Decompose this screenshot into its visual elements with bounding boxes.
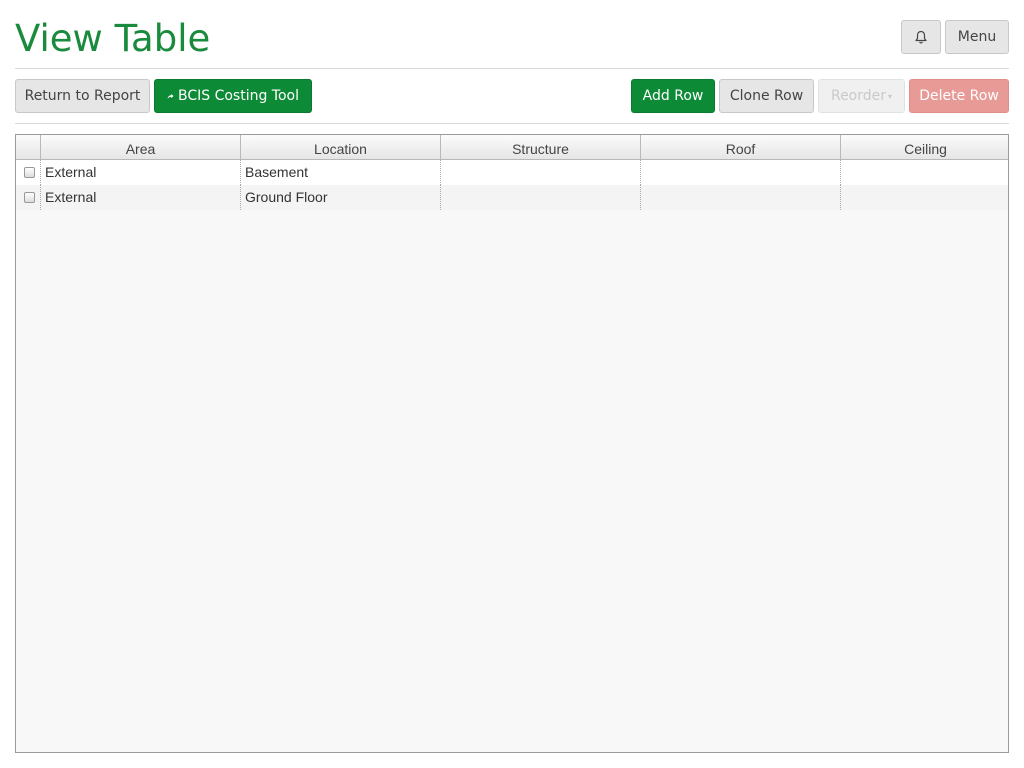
bell-icon <box>915 30 927 43</box>
row-select-cell <box>16 160 41 185</box>
cell-location[interactable]: Basement <box>241 160 441 185</box>
data-grid: Area Location Structure Roof Ceiling Ext… <box>15 134 1009 753</box>
table-row[interactable]: External Basement <box>16 160 1008 185</box>
row-select-cell <box>16 185 41 210</box>
select-column-header[interactable] <box>16 135 41 160</box>
row-checkbox[interactable] <box>24 192 35 203</box>
cell-structure[interactable] <box>441 185 641 210</box>
notifications-button[interactable] <box>901 20 941 54</box>
toolbar: Return to Report BCIS Costing Tool Add R… <box>15 69 1009 124</box>
delete-row-button[interactable]: Delete Row <box>909 79 1009 113</box>
caret-down-icon: ▾ <box>888 91 893 101</box>
share-arrow-icon <box>167 93 174 99</box>
page-header: View Table Menu <box>15 0 1009 69</box>
table-row[interactable]: External Ground Floor <box>16 185 1008 210</box>
column-header-structure[interactable]: Structure <box>441 135 641 160</box>
column-header-location[interactable]: Location <box>241 135 441 160</box>
return-to-report-button[interactable]: Return to Report <box>15 79 150 113</box>
column-header-area[interactable]: Area <box>41 135 241 160</box>
row-checkbox[interactable] <box>24 167 35 178</box>
cell-area[interactable]: External <box>41 160 241 185</box>
cell-roof[interactable] <box>641 185 841 210</box>
reorder-dropdown-button[interactable]: Reorder ▾ <box>818 79 905 113</box>
cell-ceiling[interactable] <box>841 185 1008 210</box>
cell-ceiling[interactable] <box>841 160 1008 185</box>
cell-structure[interactable] <box>441 160 641 185</box>
add-row-button[interactable]: Add Row <box>631 79 715 113</box>
bcis-costing-tool-button[interactable]: BCIS Costing Tool <box>154 79 312 113</box>
menu-button[interactable]: Menu <box>945 20 1009 54</box>
bcis-costing-tool-label: BCIS Costing Tool <box>177 88 299 104</box>
page-title: View Table <box>15 17 211 60</box>
column-header-roof[interactable]: Roof <box>641 135 841 160</box>
cell-location[interactable]: Ground Floor <box>241 185 441 210</box>
cell-roof[interactable] <box>641 160 841 185</box>
grid-header: Area Location Structure Roof Ceiling <box>16 135 1008 160</box>
cell-area[interactable]: External <box>41 185 241 210</box>
column-header-ceiling[interactable]: Ceiling <box>841 135 1008 160</box>
clone-row-button[interactable]: Clone Row <box>719 79 814 113</box>
reorder-label: Reorder <box>830 88 887 104</box>
